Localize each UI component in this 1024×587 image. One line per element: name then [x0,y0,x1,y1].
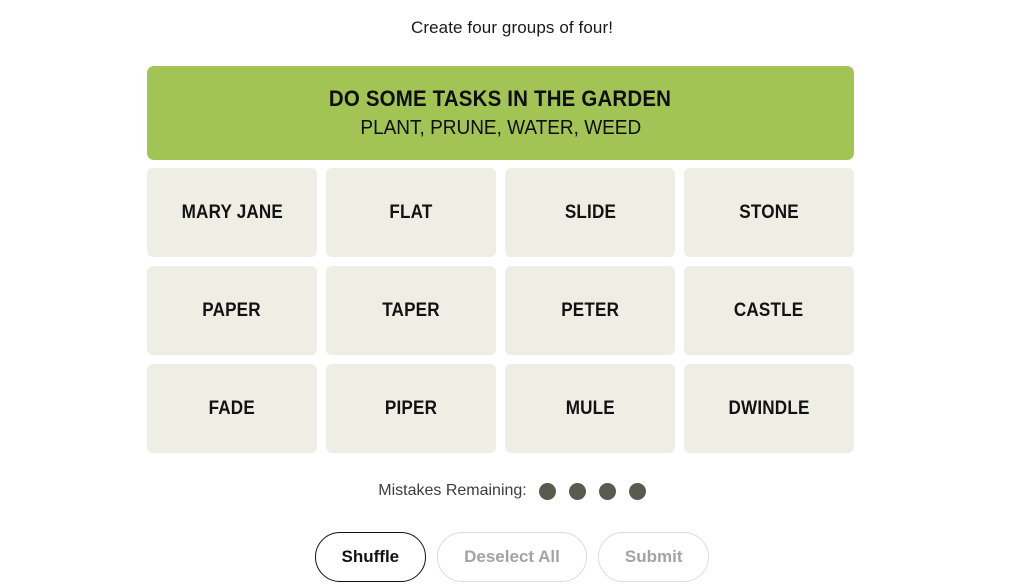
word-tile[interactable]: PIPER [326,364,496,453]
word-tile[interactable]: FADE [147,364,317,453]
shuffle-button[interactable]: Shuffle [314,532,427,582]
mistake-dots [538,482,646,500]
word-tile-label: TAPER [382,299,440,321]
word-tile-label: MULE [565,397,615,419]
word-tile-label: STONE [739,201,799,223]
mistakes-remaining-label: Mistakes Remaining: [378,482,527,499]
submit-button[interactable]: Submit [597,532,710,582]
word-tile-label: PETER [561,299,619,321]
word-tile-label: PAPER [202,299,262,321]
word-tile[interactable]: MULE [505,364,675,453]
mistake-dot [538,482,556,500]
mistake-dot [598,482,616,500]
solved-category-members: PLANT, PRUNE, WATER, WEED [360,116,641,139]
word-tile[interactable]: TAPER [326,266,496,355]
word-tile-label: SLIDE [564,201,616,223]
word-tile-label: PIPER [384,397,438,419]
word-tile[interactable]: SLIDE [505,168,675,257]
word-tile[interactable]: PAPER [147,266,317,355]
word-tile[interactable]: STONE [684,168,854,257]
word-tile[interactable]: DWINDLE [684,364,854,453]
game-board: DO SOME TASKS IN THE GARDEN PLANT, PRUNE… [147,66,854,453]
word-tile[interactable]: MARY JANE [147,168,317,257]
word-tile[interactable]: FLAT [326,168,496,257]
solved-category-row: DO SOME TASKS IN THE GARDEN PLANT, PRUNE… [147,66,854,160]
mistake-dot [628,482,646,500]
word-tile[interactable]: PETER [505,266,675,355]
solved-category-title: DO SOME TASKS IN THE GARDEN [329,86,672,112]
word-tile-label: FLAT [389,201,433,223]
word-tile-label: DWINDLE [728,397,810,419]
tile-grid: MARY JANE FLAT SLIDE STONE PAPER TAPER PETER CA… [147,168,854,453]
deselect-all-button[interactable]: Deselect All [437,532,587,582]
word-tile-label: MARY JANE [181,201,283,223]
word-tile-label: CASTLE [734,299,804,321]
word-tile[interactable]: CASTLE [684,266,854,355]
connections-game: Create four groups of four! DO SOME TASK… [0,0,1024,587]
control-buttons: Shuffle Deselect All Submit [0,532,1024,582]
word-tile-label: FADE [208,397,256,419]
page-title: Create four groups of four! [410,18,614,37]
mistakes-remaining: Mistakes Remaining: [0,482,1024,500]
mistake-dot [568,482,586,500]
